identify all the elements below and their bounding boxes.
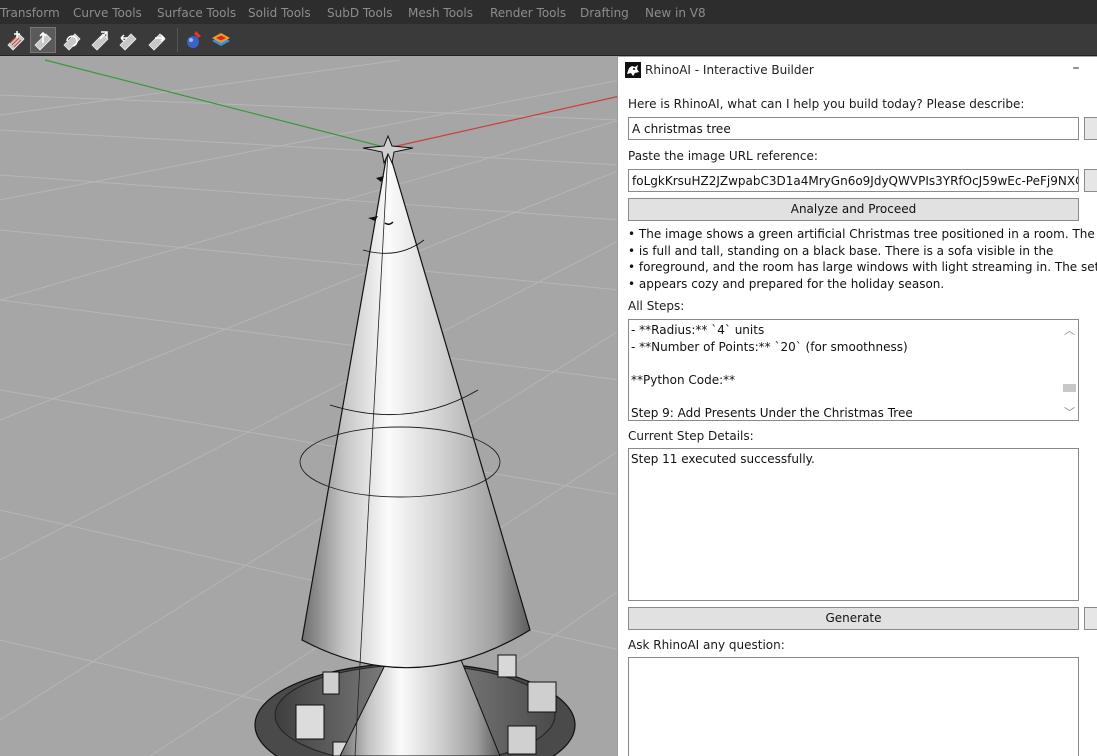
layer-icon[interactable] <box>208 27 234 53</box>
analysis-description: • The image shows a green artificial Chr… <box>628 226 1097 292</box>
rhinoai-dialog: RhinoAI - Interactive Builder – Here is … <box>617 57 1097 756</box>
construction-grid <box>0 59 620 756</box>
tab-transform[interactable]: Transform <box>0 6 60 20</box>
tab-drafting[interactable]: Drafting <box>580 6 629 20</box>
minimize-button[interactable]: – <box>1068 60 1084 76</box>
description-line: • is full and tall, standing on a black … <box>628 243 1054 258</box>
description-line: • The image shows a green artificial Chr… <box>628 227 1097 241</box>
tab-render-tools[interactable]: Render Tools <box>490 6 566 20</box>
ask-input[interactable] <box>628 657 1079 756</box>
current-step-details[interactable]: Step 11 executed successfully. <box>628 448 1079 601</box>
prompt-label: Here is RhinoAI, what can I help you bui… <box>628 97 1025 111</box>
move-icon[interactable] <box>30 27 56 53</box>
steps-scrollbar[interactable]: ︿ ﹀ <box>1061 320 1078 420</box>
scroll-down-icon[interactable]: ﹀ <box>1064 404 1075 420</box>
description-line: • foreground, and the room has large win… <box>628 260 1097 274</box>
generate-side-button[interactable] <box>1084 607 1097 630</box>
perspective-viewport[interactable] <box>0 57 620 756</box>
scroll-up-icon[interactable]: ︿ <box>1064 322 1075 338</box>
dialog-titlebar[interactable]: RhinoAI - Interactive Builder – <box>618 57 1097 85</box>
tab-solid-tools[interactable]: Solid Tools <box>248 6 311 20</box>
url-side-button[interactable] <box>1084 169 1097 192</box>
url-label: Paste the image URL reference: <box>628 149 818 163</box>
generate-button[interactable]: Generate <box>628 607 1079 630</box>
step-line: Step 9: Add Presents Under the Christmas… <box>631 406 913 420</box>
dialog-title: RhinoAI - Interactive Builder <box>645 63 814 77</box>
url-input[interactable]: foLgkKrsuHZ2JZwpabC3D1a4MryGn6o9JdyQWVPI… <box>628 169 1079 192</box>
step-line: **Python Code:** <box>631 373 736 387</box>
steps-list[interactable]: ‾‾‾‾‾‾‾‾‾‾‾‾‾‾‾‾‾‾ - **Radius:** `4` uni… <box>628 319 1079 421</box>
render-icon[interactable] <box>180 27 206 53</box>
toolbar-separator <box>177 28 178 52</box>
rotate-icon[interactable] <box>59 27 85 53</box>
scroll-thumb[interactable] <box>1063 384 1076 392</box>
transform-icon[interactable] <box>3 27 29 53</box>
tab-mesh-tools[interactable]: Mesh Tools <box>408 6 473 20</box>
y-axis-line <box>44 59 389 149</box>
prompt-input[interactable]: A christmas tree <box>628 117 1079 140</box>
scale-icon[interactable] <box>87 27 113 53</box>
description-line: • appears cozy and prepared for the holi… <box>628 276 945 291</box>
x-axis-line <box>387 95 620 149</box>
tab-surface-tools[interactable]: Surface Tools <box>157 6 236 20</box>
prompt-side-button[interactable] <box>1084 117 1097 140</box>
mirror-icon[interactable] <box>115 27 141 53</box>
ask-label: Ask RhinoAI any question: <box>628 638 785 652</box>
step-line: - **Radius:** `4` units <box>631 323 765 337</box>
steps-label: All Steps: <box>628 299 685 313</box>
tab-subd-tools[interactable]: SubD Tools <box>327 6 392 20</box>
tab-curve-tools[interactable]: Curve Tools <box>73 6 142 20</box>
toolbar <box>0 24 1097 56</box>
step-line: - **Number of Points:** `20` (for smooth… <box>631 340 908 354</box>
array-icon[interactable] <box>144 27 170 53</box>
current-step-label: Current Step Details: <box>628 429 754 443</box>
ribbon-tab-bar: Transform Curve Tools Surface Tools Soli… <box>0 0 1097 24</box>
analyze-button[interactable]: Analyze and Proceed <box>628 198 1079 221</box>
tab-new-in-v8[interactable]: New in V8 <box>645 6 706 20</box>
rhino-app-icon <box>625 62 641 78</box>
